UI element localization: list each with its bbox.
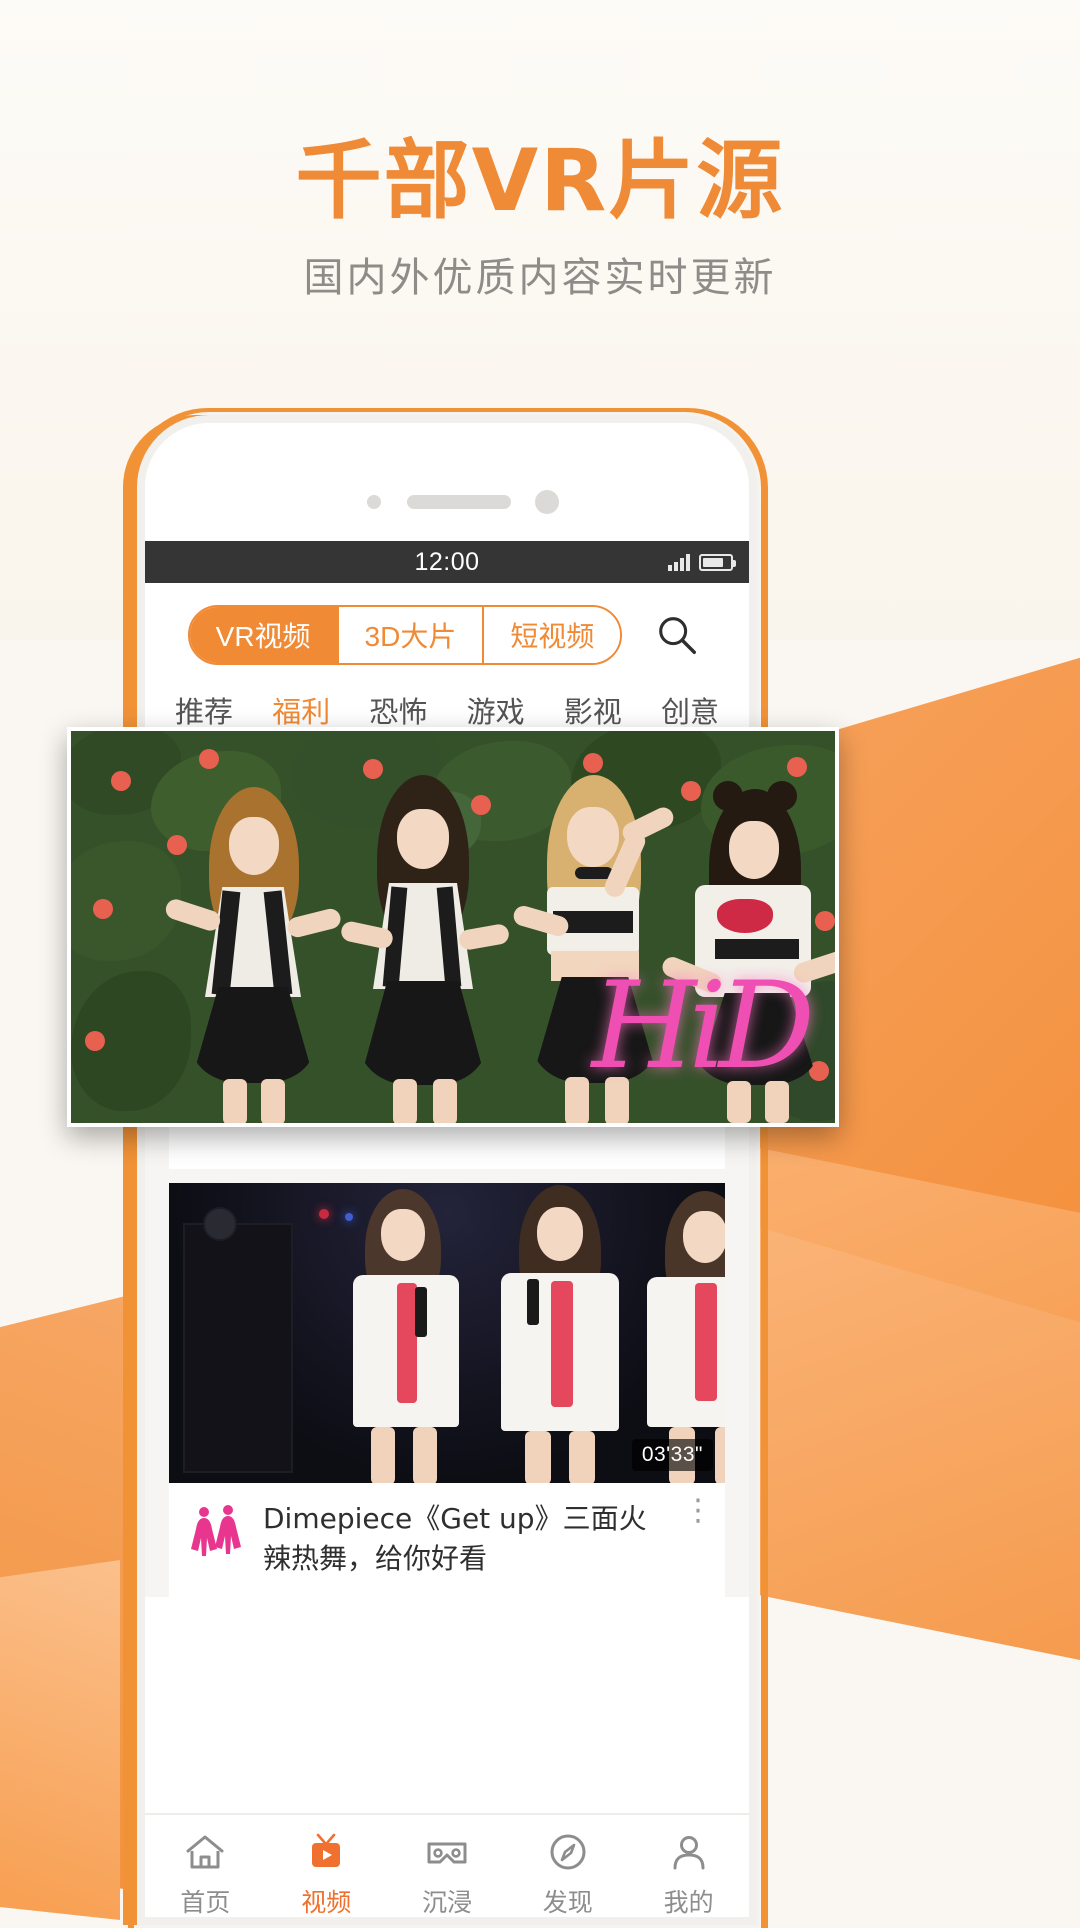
flower xyxy=(111,771,131,791)
leg xyxy=(223,1079,247,1123)
status-bar-time: 12:00 xyxy=(414,547,480,576)
nav-label-home: 首页 xyxy=(180,1889,231,1917)
earpiece-speaker xyxy=(407,495,511,509)
face xyxy=(397,809,449,869)
battery-icon xyxy=(699,553,736,571)
leg xyxy=(261,1079,285,1123)
flower xyxy=(199,749,219,769)
nav-label-mine: 我的 xyxy=(663,1889,714,1917)
proximity-sensor-icon xyxy=(367,495,381,509)
face xyxy=(537,1207,583,1261)
dancers-avatar-icon[interactable] xyxy=(185,1499,247,1561)
nav-label-discover: 发现 xyxy=(542,1889,593,1917)
flower xyxy=(583,753,603,773)
stage-speaker-stack xyxy=(183,1223,293,1473)
necktie xyxy=(695,1283,717,1401)
performer xyxy=(319,1183,489,1483)
tee-text-band xyxy=(715,939,799,959)
more-vertical-icon[interactable]: ⋮ xyxy=(683,1496,713,1526)
tab-short-video[interactable]: 短视频 xyxy=(482,607,621,663)
top-tab-bar: VR视频 3D大片 短视频 xyxy=(145,583,749,679)
hair-bun xyxy=(713,781,743,811)
video-duration-badge: 03'33" xyxy=(631,1439,713,1471)
video-title[interactable]: Dimepiece《Get up》三面火辣热舞，给你好看 xyxy=(263,1499,667,1579)
necktie xyxy=(397,1283,417,1403)
leg xyxy=(413,1427,437,1483)
necktie xyxy=(551,1281,573,1407)
background-wedge-right-lower xyxy=(720,1140,1080,1660)
status-bar: 12:00 xyxy=(145,541,749,583)
home-icon xyxy=(183,1829,227,1875)
front-camera-icon xyxy=(535,490,559,514)
watermark-text: HiD xyxy=(591,957,815,1096)
tab-vr-video[interactable]: VR视频 xyxy=(189,607,337,663)
flower xyxy=(93,899,113,919)
nav-label-video: 视频 xyxy=(301,1889,352,1917)
skirt xyxy=(359,981,487,1085)
status-bar-indicators xyxy=(668,541,736,583)
tab-3d-movie[interactable]: 3D大片 xyxy=(336,607,483,663)
user-person-icon xyxy=(667,1829,711,1875)
leg xyxy=(715,1427,725,1483)
leg xyxy=(525,1431,551,1483)
list-item[interactable]: 03'33" Dimepiece《Get up》三面火辣热舞，给你好看 ⋮ xyxy=(169,1183,725,1597)
content-type-segmented-control[interactable]: VR视频 3D大片 短视频 xyxy=(187,605,623,665)
leg xyxy=(393,1079,417,1123)
leg xyxy=(569,1431,595,1483)
nav-item-video[interactable]: 视频 xyxy=(266,1829,387,1917)
nav-item-mine[interactable]: 我的 xyxy=(628,1829,749,1917)
nav-item-immersive[interactable]: 沉浸 xyxy=(387,1829,508,1917)
performer xyxy=(621,1183,725,1483)
phone-top-bezel xyxy=(145,423,749,541)
promo-headline-block: 千部VR片源 国内外优质内容实时更新 xyxy=(0,138,1080,298)
nav-item-home[interactable]: 首页 xyxy=(145,1829,266,1917)
face xyxy=(683,1211,725,1263)
group-member xyxy=(157,787,347,1123)
bottom-navigation-bar: 首页 视频 沉浸 发现 我的 xyxy=(145,1813,749,1917)
search-button[interactable] xyxy=(648,606,706,664)
leg xyxy=(565,1077,589,1123)
microphone-icon xyxy=(415,1287,427,1337)
face xyxy=(567,807,619,867)
background-wedge-left-lower xyxy=(0,1560,120,1920)
stage-speaker-grill xyxy=(203,1207,237,1241)
leg xyxy=(371,1427,395,1483)
promo-subtitle: 国内外优质内容实时更新 xyxy=(303,255,777,301)
search-icon xyxy=(659,617,697,654)
face xyxy=(381,1209,425,1261)
featured-video-screenshot[interactable]: HiD xyxy=(67,727,839,1127)
hair-bun xyxy=(767,781,797,811)
nav-label-immersive: 沉浸 xyxy=(421,1889,472,1917)
flower xyxy=(85,1031,105,1051)
promo-title: 千部VR片源 xyxy=(295,131,785,231)
group-member xyxy=(327,775,517,1123)
compass-icon xyxy=(546,1829,590,1875)
phone-mockup: 12:00 VR视频 3D大片 短视频 推荐 福利 恐怖 游戏 影视 创意 03… xyxy=(137,415,757,1925)
vr-goggles-icon xyxy=(423,1829,471,1875)
skirt xyxy=(191,987,315,1083)
video-meta-row: Dimepiece《Get up》三面火辣热舞，给你好看 ⋮ xyxy=(169,1483,725,1597)
leg xyxy=(433,1079,457,1123)
nav-item-discover[interactable]: 发现 xyxy=(507,1829,628,1917)
face xyxy=(729,821,779,879)
video-thumbnail[interactable]: 03'33" xyxy=(169,1183,725,1483)
cellular-signal-icon xyxy=(668,553,690,571)
flower xyxy=(787,757,807,777)
microphone-icon xyxy=(527,1279,539,1325)
face xyxy=(229,817,279,875)
video-tv-play-icon xyxy=(304,1829,348,1875)
lips-graphic xyxy=(717,899,773,933)
